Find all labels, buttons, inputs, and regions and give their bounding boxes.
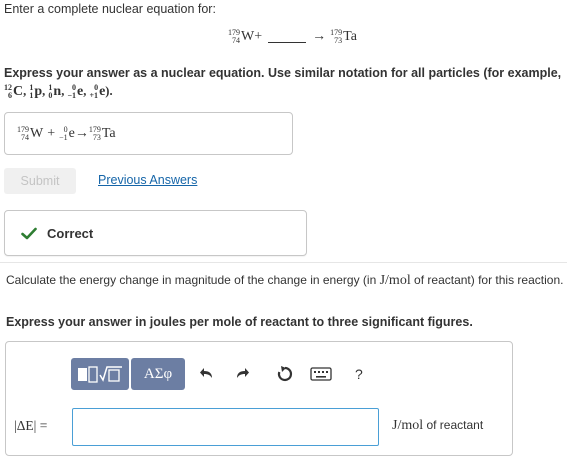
unit-label: J/mol of reactant [392, 418, 484, 433]
blank-line [268, 41, 307, 43]
example-notations: 12 6 C, 11p, 10n, 0 −1 e, 0 +1 e). [4, 83, 113, 101]
part2-instruction: Express your answer in joules per mole o… [6, 315, 473, 329]
previous-answers-link[interactable]: Previous Answers [98, 173, 197, 187]
templates-button[interactable] [71, 358, 129, 390]
part-divider [0, 262, 567, 263]
arrow: → [312, 29, 327, 44]
nuclide-w: 179 74 W [228, 28, 255, 45]
instruction: Express your answer as a nuclear equatio… [4, 66, 562, 101]
answer-input[interactable] [72, 408, 379, 446]
symbols-button[interactable]: ΑΣφ [131, 358, 185, 390]
delta-e-label: |ΔE| = [14, 418, 48, 433]
help-icon[interactable]: ? [355, 366, 363, 382]
redo-icon[interactable] [234, 366, 250, 382]
keyboard-icon[interactable] [310, 367, 332, 381]
part2-question: Calculate the energy change in magnitude… [6, 273, 564, 288]
answer-box[interactable]: 179 74 W + 0 −1 e → 179 73 Ta [4, 112, 293, 155]
correct-label: Correct [47, 225, 94, 241]
answer-panel: ΑΣφ ? |ΔE| = J/mol of reactant [5, 341, 513, 456]
intro-text: Enter a complete nuclear equation for: [4, 2, 216, 16]
template-icon [76, 364, 124, 384]
nuclide-ta: 179 73 Ta [330, 28, 357, 45]
undo-icon[interactable] [199, 366, 215, 382]
submitted-equation: 179 74 W + 0 −1 e → 179 73 Ta [17, 124, 116, 142]
check-icon [21, 227, 37, 240]
prompt-equation: 179 74 W + → 179 73 Ta [228, 28, 357, 45]
submit-button[interactable]: Submit [4, 168, 76, 194]
feedback-box: Correct [4, 210, 307, 256]
reset-icon[interactable] [276, 365, 294, 383]
